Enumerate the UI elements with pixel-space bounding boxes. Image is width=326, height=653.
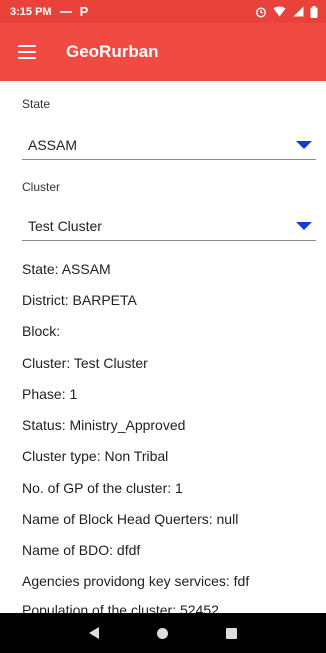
info-status: Status: Ministry_Approved <box>22 417 186 433</box>
cluster-dropdown-value: Test Cluster <box>28 217 102 234</box>
status-time: 3:15 PM <box>10 5 52 18</box>
app-title: GeoRurban <box>66 42 159 61</box>
status-bar: 3:15 PM P <box>0 0 326 23</box>
info-gp-count: No. of GP of the cluster: 1 <box>22 480 183 496</box>
info-state: State: ASSAM <box>22 261 111 277</box>
app-bar: GeoRurban <box>0 23 326 81</box>
status-left: 3:15 PM P <box>10 4 88 19</box>
dropdown-arrow-icon <box>296 221 312 230</box>
alarm-icon <box>255 6 267 18</box>
cluster-label: Cluster <box>22 180 61 194</box>
dropdown-arrow-icon <box>296 140 312 149</box>
notification-icon <box>59 10 72 13</box>
state-dropdown-value: ASSAM <box>28 136 78 153</box>
info-block-hq: Name of Block Head Querters: null <box>22 511 239 527</box>
status-icons <box>255 5 318 18</box>
cluster-dropdown[interactable]: Test Cluster <box>22 211 316 241</box>
info-agencies: Agencies providong key services: fdf <box>22 573 250 589</box>
home-icon[interactable] <box>157 627 168 639</box>
app-notification-icon: P <box>79 4 89 19</box>
info-bdo: Name of BDO: dfdf <box>22 542 141 558</box>
info-cluster: Cluster: Test Cluster <box>22 355 148 371</box>
info-district: District: BARPETA <box>22 292 137 308</box>
menu-icon[interactable] <box>18 45 36 59</box>
signal-icon <box>293 6 304 17</box>
wifi-icon <box>273 6 286 17</box>
info-phase: Phase: 1 <box>22 386 78 402</box>
info-cluster-type: Cluster type: Non Tribal <box>22 448 169 464</box>
battery-icon <box>310 5 318 18</box>
navigation-bar <box>0 613 326 653</box>
state-label: State <box>22 97 51 111</box>
info-block: Block: <box>22 323 61 339</box>
back-icon[interactable] <box>89 627 99 639</box>
recents-icon[interactable] <box>226 627 237 639</box>
state-dropdown[interactable]: ASSAM <box>22 130 316 160</box>
